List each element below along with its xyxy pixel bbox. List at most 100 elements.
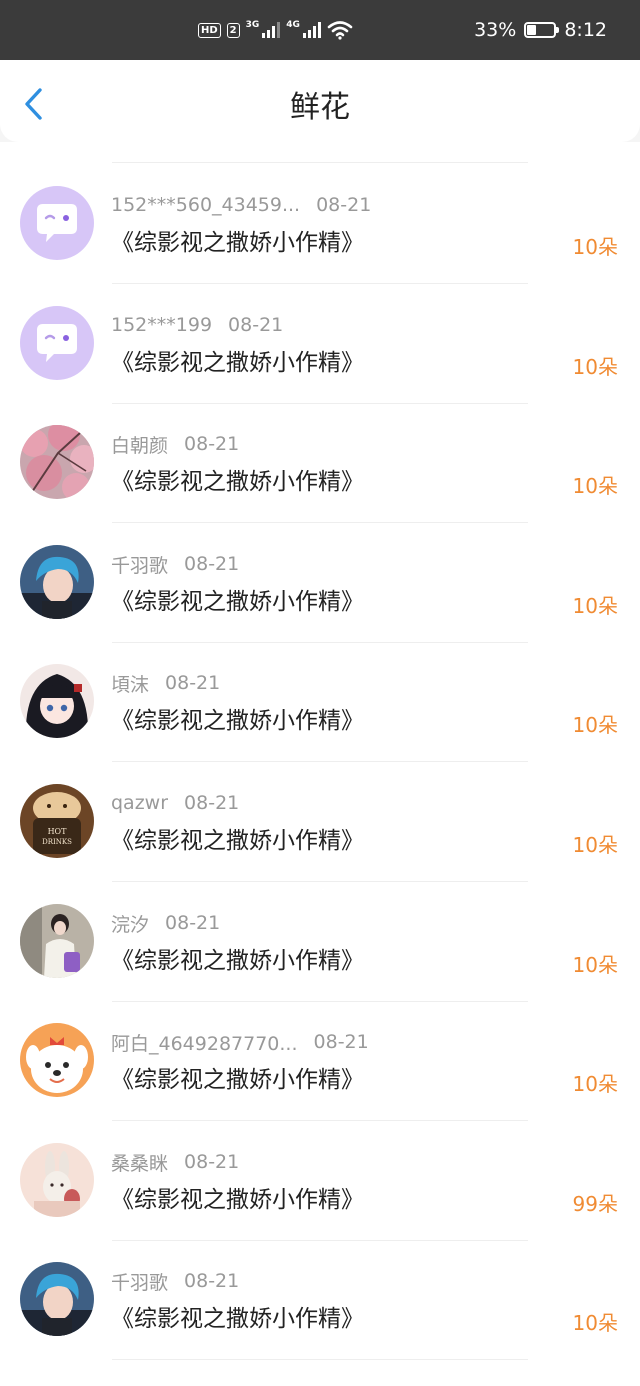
username: 阿白_4649287770... xyxy=(111,1032,298,1055)
book-title: 《综影视之撒娇小作精》 xyxy=(111,948,364,974)
avatar[interactable] xyxy=(20,306,94,380)
list-item[interactable]: 頃沫 08-21 《综影视之撒娇小作精》 10朵 xyxy=(0,642,640,762)
avatar-image xyxy=(20,306,94,380)
avatar[interactable] xyxy=(20,425,94,499)
date: 08-21 xyxy=(165,672,221,694)
item-meta: 頃沫 08-21 xyxy=(111,669,220,697)
avatar-image xyxy=(20,1262,94,1336)
book-title: 《综影视之撒娇小作精》 xyxy=(111,1187,364,1213)
flower-amount: 10朵 xyxy=(572,1072,618,1096)
avatar[interactable] xyxy=(20,1262,94,1336)
item-meta: qazwr 08-21 xyxy=(111,789,239,817)
list-item[interactable]: 152***560_43459... 08-21 《综影视之撒娇小作精》 10朵 xyxy=(0,164,640,284)
list-item[interactable]: 桑桑眯 08-21 《综影视之撒娇小作精》 99朵 xyxy=(0,1121,640,1241)
avatar-image xyxy=(20,904,94,978)
avatar[interactable] xyxy=(20,664,94,738)
list-item[interactable]: 千羽歌 08-21 《综影视之撒娇小作精》 10朵 xyxy=(0,1240,640,1360)
item-meta: 千羽歌 08-21 xyxy=(111,550,239,578)
flower-amount: 10朵 xyxy=(572,355,618,379)
signal-4g-icon xyxy=(302,22,321,38)
battery-percent: 33% xyxy=(474,19,517,41)
username: 白朝颜 xyxy=(111,434,169,457)
avatar-image xyxy=(20,186,94,260)
wifi-icon xyxy=(327,21,353,40)
date: 08-21 xyxy=(228,314,284,336)
item-meta: 浣汐 08-21 xyxy=(111,909,220,937)
flower-gift-list: 152***560_43459... 08-21 《综影视之撒娇小作精》 10朵 15… xyxy=(0,142,640,1386)
flower-amount: 10朵 xyxy=(572,235,618,259)
sim-badge: 2 xyxy=(226,22,240,38)
flower-amount: 10朵 xyxy=(572,1311,618,1335)
date: 08-21 xyxy=(313,1031,369,1053)
hd-icon: HD xyxy=(198,22,221,38)
list-item[interactable]: 152***199 08-21 《综影视之撒娇小作精》 10朵 xyxy=(0,284,640,404)
item-meta: 阿白_4649287770... 08-21 xyxy=(111,1028,369,1056)
book-title: 《综影视之撒娇小作精》 xyxy=(111,828,364,854)
list-item[interactable]: 阿白_4649287770... 08-21 《综影视之撒娇小作精》 10朵 xyxy=(0,1001,640,1121)
username: 152***560_43459... xyxy=(111,194,301,216)
username: 千羽歌 xyxy=(111,1271,169,1294)
book-title: 《综影视之撒娇小作精》 xyxy=(111,469,364,495)
avatar-image xyxy=(20,1143,94,1217)
date: 08-21 xyxy=(184,433,240,455)
book-title: 《综影视之撒娇小作精》 xyxy=(111,1067,364,1093)
username: 152***199 xyxy=(111,314,213,336)
date: 08-21 xyxy=(184,553,240,575)
clock: 8:12 xyxy=(564,19,607,41)
avatar[interactable] xyxy=(20,1143,94,1217)
list-item[interactable]: HOT DRINKS qazwr 08-21 《综影视之撒娇小作精》 10朵 xyxy=(0,762,640,882)
username: qazwr xyxy=(111,792,169,814)
svg-text:DRINKS: DRINKS xyxy=(42,838,72,846)
avatar[interactable] xyxy=(20,904,94,978)
page-title: 鲜花 xyxy=(290,90,350,125)
username: 浣汐 xyxy=(111,913,150,936)
avatar[interactable]: HOT DRINKS xyxy=(20,784,94,858)
flower-amount: 10朵 xyxy=(572,713,618,737)
status-indicators: HD 2 3G 4G xyxy=(198,0,353,60)
status-bar: HD 2 3G 4G 33% 8:12 xyxy=(0,0,640,60)
signal-3g-icon xyxy=(262,22,281,38)
avatar-image xyxy=(20,664,94,738)
avatar-image xyxy=(20,545,94,619)
battery-saver-icon xyxy=(524,22,560,38)
divider xyxy=(112,162,528,163)
avatar[interactable] xyxy=(20,186,94,260)
battery-level xyxy=(527,25,537,35)
avatar-image xyxy=(20,1023,94,1097)
book-title: 《综影视之撒娇小作精》 xyxy=(111,1306,364,1332)
avatar[interactable] xyxy=(20,545,94,619)
date: 08-21 xyxy=(184,792,240,814)
item-meta: 152***199 08-21 xyxy=(111,311,283,339)
list-item[interactable]: 千羽歌 08-21 《综影视之撒娇小作精》 10朵 xyxy=(0,523,640,643)
svg-text:HOT: HOT xyxy=(48,827,68,836)
item-meta: 千羽歌 08-21 xyxy=(111,1267,239,1295)
signal-3g-label: 3G xyxy=(245,20,260,30)
flower-amount: 10朵 xyxy=(572,953,618,977)
avatar-image: HOT DRINKS xyxy=(20,784,94,858)
book-title: 《综影视之撒娇小作精》 xyxy=(111,708,364,734)
nav-header: 鲜花 xyxy=(0,60,640,142)
date: 08-21 xyxy=(184,1270,240,1292)
item-meta: 白朝颜 08-21 xyxy=(111,430,239,458)
date: 08-21 xyxy=(165,912,221,934)
username: 桑桑眯 xyxy=(111,1152,169,1175)
list-item[interactable]: 浣汐 08-21 《综影视之撒娇小作精》 10朵 xyxy=(0,882,640,1002)
flower-amount: 10朵 xyxy=(572,833,618,857)
avatar-image xyxy=(20,425,94,499)
date: 08-21 xyxy=(316,194,372,216)
item-meta: 152***560_43459... 08-21 xyxy=(111,191,371,219)
flower-amount: 10朵 xyxy=(572,474,618,498)
flower-amount: 10朵 xyxy=(572,594,618,618)
date: 08-21 xyxy=(184,1151,240,1173)
list-item[interactable]: 白朝颜 08-21 《综影视之撒娇小作精》 10朵 xyxy=(0,403,640,523)
status-right: 33% 8:12 xyxy=(474,0,607,60)
flower-amount: 99朵 xyxy=(572,1192,618,1216)
signal-4g-label: 4G xyxy=(286,20,300,30)
divider xyxy=(112,1359,528,1360)
avatar[interactable] xyxy=(20,1023,94,1097)
item-meta: 桑桑眯 08-21 xyxy=(111,1148,239,1176)
book-title: 《综影视之撒娇小作精》 xyxy=(111,230,364,256)
book-title: 《综影视之撒娇小作精》 xyxy=(111,350,364,376)
username: 千羽歌 xyxy=(111,554,169,577)
book-title: 《综影视之撒娇小作精》 xyxy=(111,589,364,615)
